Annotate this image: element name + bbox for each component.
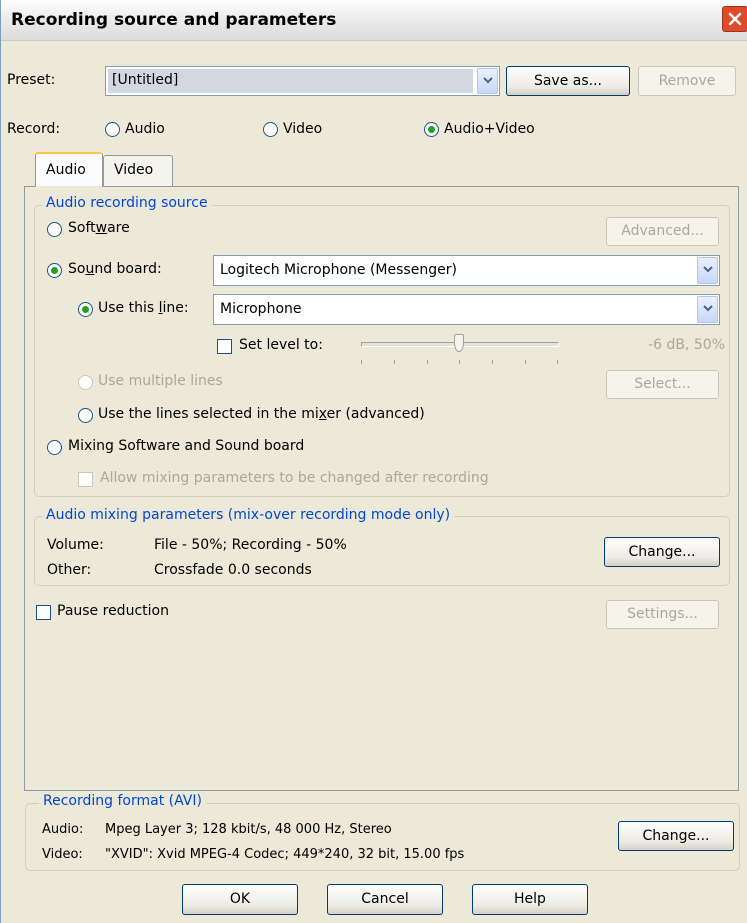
tab-audio-label: Audio [46, 162, 86, 178]
tab-video[interactable]: Video [103, 155, 173, 186]
sound-board-label-b: u [85, 261, 95, 277]
radio-selected-dot [51, 267, 58, 274]
record-audio-label[interactable]: Audio [125, 121, 165, 137]
software-label[interactable]: Software [68, 220, 130, 236]
title-bar[interactable]: Recording source and parameters [1, 0, 747, 41]
window-title: Recording source and parameters [11, 10, 337, 30]
record-audio-radio[interactable] [105, 122, 120, 137]
volume-label: Volume: [47, 537, 104, 553]
mixer-lines-radio[interactable] [78, 408, 93, 423]
cancel-button[interactable]: Cancel [327, 884, 443, 915]
line-value: Microphone [220, 301, 302, 317]
radio-selected-dot [428, 126, 435, 133]
chevron-down-icon [703, 305, 713, 312]
sound-board-dropdown-button[interactable] [697, 257, 718, 284]
sound-board-combo[interactable]: Logitech Microphone (Messenger) [213, 255, 720, 286]
save-as-button[interactable]: Save as... [506, 66, 630, 96]
use-this-line-label[interactable]: Use this line: [98, 300, 189, 316]
format-audio-value: Mpeg Layer 3; 128 kbit/s, 48 000 Hz, Ste… [105, 822, 392, 837]
close-icon [728, 12, 742, 26]
preset-label: Preset: [7, 72, 56, 88]
use-multiple-lines-label[interactable]: Use multiple lines [98, 373, 223, 389]
mixer-lines-label[interactable]: Use the lines selected in the mixer (adv… [98, 406, 425, 422]
set-level-label[interactable]: Set level to: [239, 337, 323, 353]
format-change-button[interactable]: Change... [618, 821, 734, 851]
preset-dropdown-button[interactable] [477, 68, 498, 94]
software-label-c: are [107, 220, 130, 236]
allow-mixing-checkbox[interactable] [78, 472, 93, 487]
level-slider-thumb[interactable] [454, 334, 464, 352]
use-line-label-c: ine: [162, 300, 189, 316]
preset-combo[interactable]: [Untitled] [105, 66, 500, 96]
record-video-label[interactable]: Video [283, 121, 322, 137]
mixer-lines-label-c: er (advanced) [326, 406, 425, 422]
sound-board-label-a: So [68, 261, 86, 277]
pause-reduction-label[interactable]: Pause reduction [57, 603, 169, 619]
set-level-checkbox[interactable] [217, 339, 232, 354]
tab-audio[interactable]: Audio [35, 152, 103, 187]
format-video-label: Video: [42, 847, 83, 862]
mixing-params-legend: Audio mixing parameters (mix-over record… [42, 507, 455, 523]
record-video-radio[interactable] [263, 122, 278, 137]
slider-tick [492, 360, 493, 364]
chevron-down-icon [483, 77, 493, 84]
software-label-a: Soft [68, 220, 96, 236]
software-label-b: w [95, 220, 108, 236]
mixer-lines-label-b: x [318, 406, 327, 422]
advanced-button[interactable]: Advanced... [606, 217, 719, 246]
slider-tick [459, 360, 460, 364]
volume-value: File - 50%; Recording - 50% [154, 537, 347, 553]
remove-button[interactable]: Remove [638, 66, 736, 96]
other-label: Other: [47, 562, 92, 578]
ok-button[interactable]: OK [182, 884, 298, 915]
allow-mixing-label[interactable]: Allow mixing parameters to be changed af… [100, 470, 489, 486]
line-combo[interactable]: Microphone [213, 294, 720, 325]
mixer-lines-label-a: Use the lines selected in the mi [98, 406, 319, 422]
format-audio-label: Audio: [42, 822, 84, 837]
sound-board-radio[interactable] [47, 263, 62, 278]
use-line-label-a: Use this [98, 300, 159, 316]
record-audio-video-radio[interactable] [424, 122, 439, 137]
recording-format-legend: Recording format (AVI) [39, 793, 206, 809]
radio-selected-dot [82, 306, 89, 313]
dialog-window: Recording source and parameters Preset: … [0, 0, 747, 923]
format-video-value: "XVID": Xvid MPEG-4 Codec; 449*240, 32 b… [105, 847, 465, 862]
tab-video-label: Video [114, 162, 154, 178]
sound-board-label-c: nd board: [94, 261, 162, 277]
slider-tick [557, 360, 558, 364]
preset-value: [Untitled] [112, 72, 179, 88]
help-button[interactable]: Help [472, 884, 588, 915]
use-multiple-lines-radio[interactable] [78, 375, 93, 390]
other-value: Crossfade 0.0 seconds [154, 562, 312, 578]
pause-reduction-checkbox[interactable] [36, 605, 51, 620]
mixing-radio[interactable] [47, 440, 62, 455]
mixing-change-button[interactable]: Change... [604, 537, 720, 567]
record-audio-video-label[interactable]: Audio+Video [444, 121, 535, 137]
select-button[interactable]: Select... [606, 370, 719, 399]
slider-tick [427, 360, 428, 364]
record-label: Record: [7, 121, 61, 137]
use-this-line-radio[interactable] [78, 302, 93, 317]
close-button[interactable] [722, 6, 747, 32]
slider-tick [525, 360, 526, 364]
level-readout: -6 dB, 50% [648, 337, 725, 353]
line-dropdown-button[interactable] [697, 296, 718, 323]
slider-tick [394, 360, 395, 364]
slider-tick [361, 360, 362, 364]
sound-board-value: Logitech Microphone (Messenger) [220, 262, 457, 278]
mixing-label[interactable]: Mixing Software and Sound board [68, 438, 304, 454]
chevron-down-icon [703, 266, 713, 273]
settings-button[interactable]: Settings... [606, 600, 719, 629]
sound-board-label[interactable]: Sound board: [68, 261, 162, 277]
software-radio[interactable] [47, 222, 62, 237]
audio-source-legend: Audio recording source [42, 195, 212, 211]
